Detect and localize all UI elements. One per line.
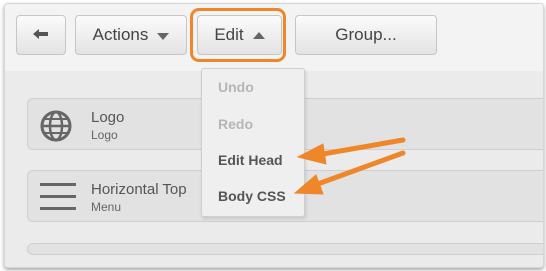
chevron-down-icon [157,33,170,40]
group-button[interactable]: Group... [295,15,437,55]
menu-item-edit-head[interactable]: Edit Head [218,152,283,168]
globe-icon [40,110,72,142]
back-arrow-icon [33,29,48,39]
menu-item-undo[interactable]: Undo [218,79,254,95]
actions-button[interactable]: Actions [75,15,187,55]
chevron-up-icon [252,31,265,39]
app-window: Actions Edit Group... Logo Logo Horizont… [4,3,544,268]
menu-icon [40,183,76,210]
toolbar: Actions Edit Group... [5,4,543,72]
block-subtitle: Logo [91,128,118,142]
back-button[interactable] [16,15,66,55]
group-button-label: Group... [335,25,397,44]
edit-button-label: Edit [214,25,244,44]
edit-dropdown-menu: Undo Redo Edit Head Body CSS [201,68,305,217]
block-placeholder[interactable] [27,243,543,255]
menu-item-redo[interactable]: Redo [218,116,253,132]
block-title: Logo [91,109,125,126]
block-title: Horizontal Top [91,181,187,198]
block-subtitle: Menu [91,200,122,214]
actions-button-label: Actions [92,25,149,44]
menu-item-body-css[interactable]: Body CSS [218,188,286,204]
edit-button[interactable]: Edit [197,15,282,55]
